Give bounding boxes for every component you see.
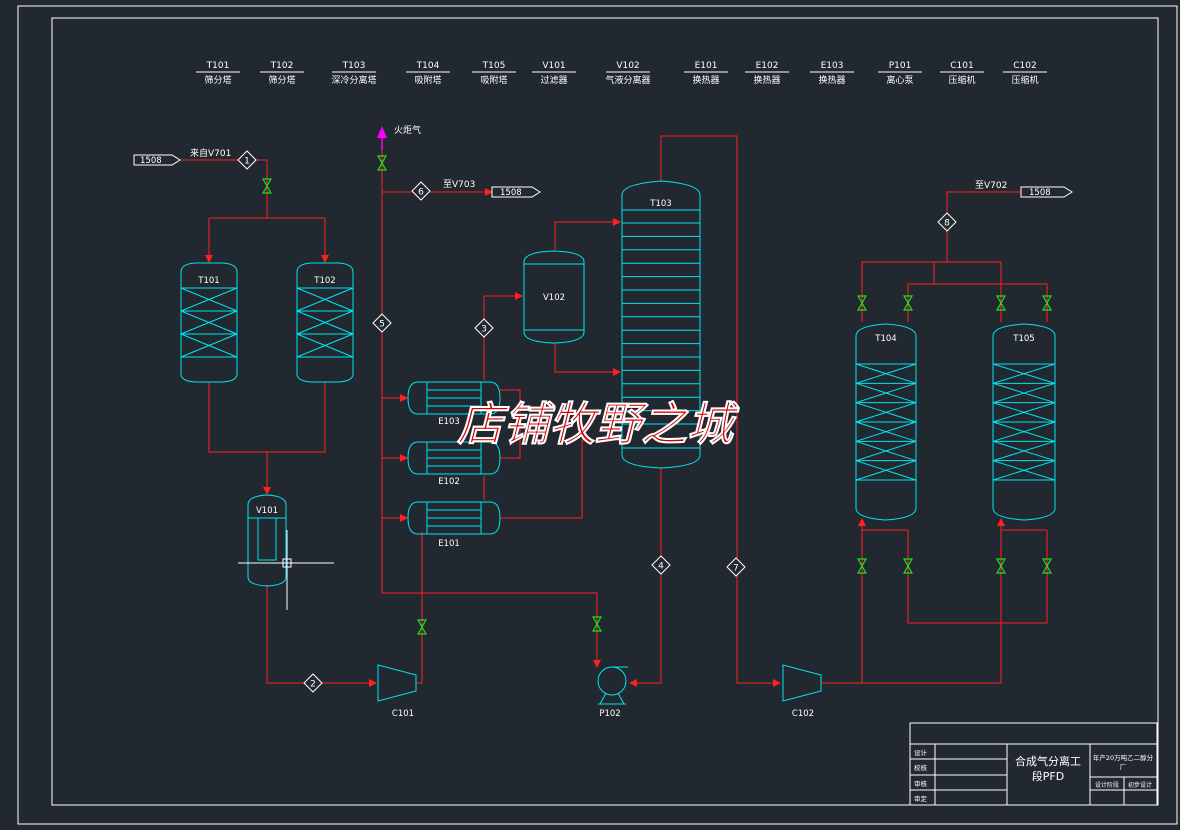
legend-tag: C102 bbox=[1013, 61, 1036, 71]
legend-tag: V101 bbox=[542, 61, 565, 71]
legend-desc: 压缩机 bbox=[1011, 74, 1038, 86]
legend-desc: 筛分塔 bbox=[204, 74, 231, 86]
legend-desc: 压缩机 bbox=[948, 74, 975, 86]
label-e101: E101 bbox=[438, 539, 460, 549]
project-line1: 年产20万吨乙二醇分 bbox=[1093, 753, 1154, 762]
label-to-v703: 至V703 bbox=[443, 179, 475, 190]
drawing-title-line2: 段PFD bbox=[1032, 769, 1064, 783]
connector-ref-feed: 1508 bbox=[140, 156, 162, 166]
stream-number: 2 bbox=[310, 680, 316, 690]
label-c102: C102 bbox=[792, 709, 814, 719]
legend-desc: 吸附塔 bbox=[414, 74, 441, 86]
legend-desc: 吸附塔 bbox=[480, 74, 507, 86]
legend-desc: 深冷分离塔 bbox=[331, 74, 376, 86]
stream-number: 5 bbox=[379, 320, 385, 330]
compressor-c101 bbox=[377, 664, 417, 702]
legend-desc: 筛分塔 bbox=[268, 74, 295, 86]
equipment-legend: T101 筛分塔 T102 筛分塔 T103 深冷分离塔 T104 吸附塔 T105 吸附塔 V10… bbox=[196, 61, 1047, 86]
stream-number: 3 bbox=[481, 325, 487, 335]
tb-label-review: 审核 bbox=[914, 779, 928, 788]
legend-tag: P101 bbox=[889, 61, 912, 71]
legend-desc: 气液分离器 bbox=[605, 74, 650, 86]
exchanger-e101 bbox=[407, 501, 501, 535]
legend-tag: E101 bbox=[695, 61, 718, 71]
drawing-title-line1: 合成气分离工 bbox=[1015, 754, 1081, 768]
legend-tag: C101 bbox=[950, 61, 973, 71]
tb-label-check: 校核 bbox=[914, 763, 928, 772]
label-t102: T102 bbox=[313, 276, 335, 286]
stream-number: 8 bbox=[944, 219, 950, 229]
legend-tag: T104 bbox=[416, 61, 440, 71]
legend-tag: T105 bbox=[482, 61, 506, 71]
filter-v101 bbox=[238, 494, 334, 610]
legend-tag: E102 bbox=[756, 61, 779, 71]
tb-label-approve: 审定 bbox=[914, 794, 928, 803]
stream-number: 6 bbox=[418, 188, 424, 198]
connector-ref-v702: 1508 bbox=[1029, 188, 1051, 198]
tb-stage-value: 初步设计 bbox=[1128, 781, 1152, 789]
project-line2: 厂 bbox=[1120, 763, 1127, 771]
label-from-v701: 来自V701 bbox=[190, 147, 231, 159]
tb-label-design: 设计 bbox=[914, 748, 928, 757]
compressor-c102 bbox=[782, 664, 822, 702]
legend-desc: 换热器 bbox=[818, 74, 845, 86]
legend-tag: T102 bbox=[270, 61, 294, 71]
legend-tag: T101 bbox=[206, 61, 230, 71]
label-to-v702: 至V702 bbox=[975, 180, 1007, 191]
label-t103: T103 bbox=[649, 199, 671, 209]
column-t104 bbox=[855, 323, 917, 521]
label-e102: E102 bbox=[438, 477, 460, 487]
legend-desc: 离心泵 bbox=[886, 74, 913, 86]
label-t101: T101 bbox=[197, 276, 219, 286]
legend-desc: 换热器 bbox=[753, 74, 780, 86]
pfd-drawing: T101 筛分塔 T102 筛分塔 T103 深冷分离塔 T104 吸附塔 T105 吸附塔 V10… bbox=[17, 5, 1178, 825]
label-v101: V101 bbox=[256, 506, 278, 516]
watermark-text: 店铺牧野之城 bbox=[456, 397, 740, 451]
label-v102: V102 bbox=[543, 293, 565, 303]
column-t105 bbox=[992, 323, 1056, 521]
legend-desc: 过滤器 bbox=[540, 74, 567, 86]
flare-arrow-icon bbox=[377, 126, 387, 138]
stream-number: 1 bbox=[244, 157, 250, 167]
stream-number: 4 bbox=[658, 562, 664, 572]
label-flare: 火炬气 bbox=[394, 124, 421, 136]
pump-p102 bbox=[597, 666, 628, 705]
label-p102: P102 bbox=[599, 709, 620, 719]
legend-tag: T103 bbox=[342, 61, 366, 71]
stream-number: 7 bbox=[733, 564, 739, 574]
legend-desc: 换热器 bbox=[692, 74, 719, 86]
label-c101: C101 bbox=[392, 709, 414, 719]
label-t104: T104 bbox=[874, 334, 896, 344]
label-t105: T105 bbox=[1012, 334, 1034, 344]
legend-tag: E103 bbox=[821, 61, 844, 71]
tb-stage-label: 设计阶段 bbox=[1095, 781, 1119, 789]
connector-ref-v703: 1508 bbox=[500, 188, 522, 198]
legend-tag: V102 bbox=[616, 61, 639, 71]
